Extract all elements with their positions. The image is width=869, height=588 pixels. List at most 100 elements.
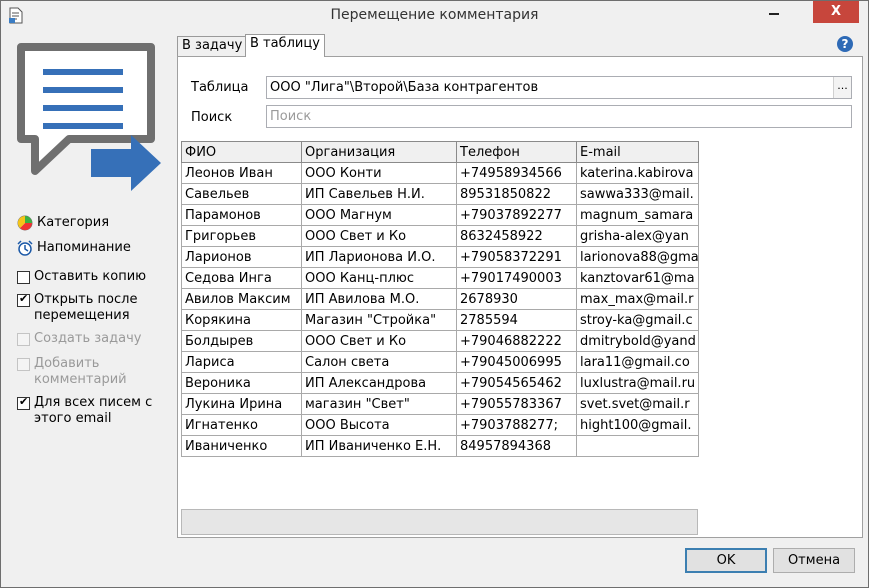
search-input[interactable]: Поиск [266,105,852,128]
window-title: Перемещение комментария [330,7,539,23]
category-icon [17,215,33,231]
browse-button[interactable]: ... [833,77,851,98]
table-row[interactable]: Лариса Салон света +79045006995 lara11@gmai… [181,351,699,373]
table-cell[interactable]: magnum_samara [576,204,699,226]
table-cell[interactable]: Савельев [181,183,302,205]
table-cell[interactable]: Ларионов [181,246,302,268]
table-cell[interactable]: +79045006995 [456,351,577,373]
table-cell[interactable]: ООО Свет и Ко [301,330,457,352]
column-header[interactable]: E-mail [576,141,699,163]
table-cell[interactable]: Иваниченко [181,435,302,457]
table-cell[interactable]: luxlustra@mail.ru [576,372,699,394]
table-cell[interactable]: katerina.kabirova [576,162,699,184]
table-cell[interactable]: +7903788277; [456,414,577,436]
table-cell[interactable]: ИП Ларионова И.О. [301,246,457,268]
table-path-field[interactable]: ООО "Лига"\Второй\База контрагентов [266,76,852,99]
table-cell[interactable]: stroy-ka@gmail.c [576,309,699,331]
table-row[interactable]: Лукина Ирина магазин "Свет" +79055783367 sv… [181,393,699,415]
table-cell[interactable]: ООО Магнум [301,204,457,226]
table-row[interactable]: Парамонов ООО Магнум +79037892277 magnum_sa… [181,204,699,226]
table-cell[interactable]: dmitrybold@yand [576,330,699,352]
table-cell[interactable]: ООО Канц-плюс [301,267,457,289]
table-cell[interactable]: kanztovar61@ma [576,267,699,289]
table-cell[interactable]: Болдырев [181,330,302,352]
table-cell[interactable]: +79037892277 [456,204,577,226]
table-cell[interactable]: lara11@gmail.co [576,351,699,373]
table-row[interactable]: Леонов Иван ООО Конти +74958934566 katerina… [181,162,699,184]
open-after-move-option[interactable]: Открыть после перемещения [17,292,157,324]
table-cell[interactable]: ИП Иваниченко Е.Н. [301,435,457,457]
search-label: Поиск [191,110,233,125]
table-cell[interactable]: 2678930 [456,288,577,310]
table-status-bar [181,509,698,535]
table-cell[interactable]: 89531850822 [456,183,577,205]
table-row[interactable]: Григорьев ООО Свет и Ко 8632458922 grisha-a… [181,225,699,247]
open-after-move-label: Открыть после перемещения [34,292,138,323]
keep-copy-option[interactable]: Оставить копию [17,269,146,285]
minimize-button[interactable] [757,1,791,23]
table-cell[interactable]: svet.svet@mail.r [576,393,699,415]
table-header-row: ФИО Организация Телефон E-mail [181,141,699,163]
keep-copy-checkbox[interactable] [17,271,30,284]
table-row[interactable]: Авилов Максим ИП Авилова М.О. 2678930 max_m… [181,288,699,310]
table-cell[interactable]: +79055783367 [456,393,577,415]
tab-to-table[interactable]: В таблицу [245,34,325,57]
open-after-move-checkbox[interactable] [17,292,30,307]
table-cell[interactable]: Вероника [181,372,302,394]
table-cell[interactable]: Григорьев [181,225,302,247]
table-cell[interactable]: Магазин "Стройка" [301,309,457,331]
table-cell[interactable]: ООО Свет и Ко [301,225,457,247]
column-header[interactable]: Организация [301,141,457,163]
all-emails-option[interactable]: Для всех писем с этого email [17,395,167,427]
table-cell[interactable]: larionova88@gma [576,246,699,268]
tab-to-task[interactable]: В задачу [177,36,247,56]
table-cell[interactable]: Игнатенко [181,414,302,436]
table-cell[interactable]: hight100@gmail. [576,414,699,436]
table-row[interactable]: Ларионов ИП Ларионова И.О. +79058372291 lar… [181,246,699,268]
table-cell[interactable]: Лариса [181,351,302,373]
table-cell[interactable]: Авилов Максим [181,288,302,310]
alarm-clock-icon [17,240,33,256]
table-cell[interactable]: 84957894368 [456,435,577,457]
table-cell[interactable]: Салон света [301,351,457,373]
table-cell[interactable]: Лукина Ирина [181,393,302,415]
table-cell[interactable]: 2785594 [456,309,577,331]
table-row[interactable]: Савельев ИП Савельев Н.И. 89531850822 sawwa… [181,183,699,205]
table-cell[interactable]: +79054565462 [456,372,577,394]
table-cell[interactable]: +79017490003 [456,267,577,289]
table-row[interactable]: Болдырев ООО Свет и Ко +79046882222 dmitryb… [181,330,699,352]
cancel-button[interactable]: Отмена [773,548,855,573]
table-cell[interactable]: ИП Александрова [301,372,457,394]
table-cell[interactable]: ООО Высота [301,414,457,436]
table-cell[interactable]: max_max@mail.r [576,288,699,310]
all-emails-checkbox[interactable] [17,395,30,410]
reminder-button[interactable]: Напоминание [17,240,131,256]
left-panel: Категория Напоминание Оставить копию Отк… [1,31,173,587]
close-button[interactable]: X [813,1,859,23]
table-row[interactable]: Вероника ИП Александрова +79054565462 luxlu… [181,372,699,394]
table-cell[interactable]: ИП Авилова М.О. [301,288,457,310]
help-icon[interactable]: ? [837,36,853,52]
column-header[interactable]: ФИО [181,141,302,163]
table-cell[interactable]: Леонов Иван [181,162,302,184]
table-row[interactable]: Иваниченко ИП Иваниченко Е.Н. 84957894368 [181,435,699,457]
table-row[interactable]: Корякина Магазин "Стройка" 2785594 stroy-ka… [181,309,699,331]
table-cell[interactable]: grisha-alex@yan [576,225,699,247]
table-cell[interactable]: Седова Инга [181,267,302,289]
category-button[interactable]: Категория [17,215,109,231]
table-cell[interactable]: +79046882222 [456,330,577,352]
column-header[interactable]: Телефон [456,141,577,163]
table-cell[interactable]: +79058372291 [456,246,577,268]
table-cell[interactable]: sawwa333@mail. [576,183,699,205]
table-cell[interactable]: ИП Савельев Н.И. [301,183,457,205]
table-cell[interactable]: Парамонов [181,204,302,226]
table-cell[interactable]: ООО Конти [301,162,457,184]
table-cell[interactable]: Корякина [181,309,302,331]
table-row[interactable]: Игнатенко ООО Высота +7903788277; hight100@… [181,414,699,436]
table-cell[interactable]: 8632458922 [456,225,577,247]
table-cell[interactable] [576,435,699,457]
ok-button[interactable]: OK [685,548,767,573]
table-cell[interactable]: +74958934566 [456,162,577,184]
table-cell[interactable]: магазин "Свет" [301,393,457,415]
table-row[interactable]: Седова Инга ООО Канц-плюс +79017490003 kanz… [181,267,699,289]
